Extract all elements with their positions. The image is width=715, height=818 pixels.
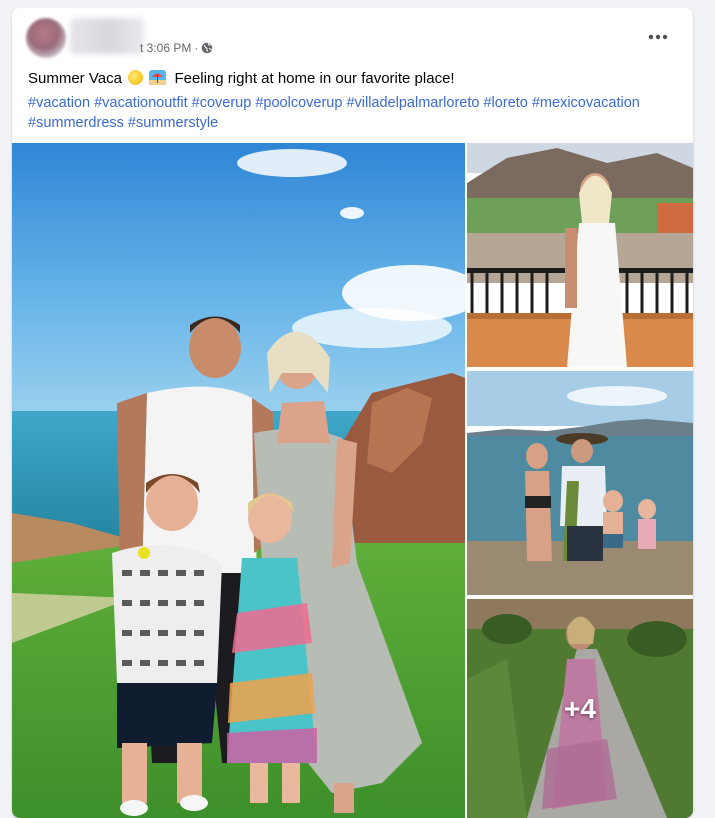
photo-beach-family[interactable] <box>467 371 693 595</box>
hashtag-link[interactable]: #vacation <box>28 95 90 111</box>
photo-grid: +4 <box>12 143 693 818</box>
globe-icon[interactable] <box>201 42 213 54</box>
more-photos-count[interactable]: +4 <box>467 599 693 818</box>
post-header: t 3:06 PM · <box>12 8 693 68</box>
post-message: Summer Vaca Feeling right at home in our… <box>28 69 683 88</box>
more-options-icon <box>648 34 668 40</box>
hashtag-link[interactable]: #loreto <box>483 95 527 111</box>
more-options-button[interactable] <box>642 25 674 49</box>
post-text-end: Feeling right at home in our favorite pl… <box>174 70 455 87</box>
hashtag-link[interactable]: #mexicovacation <box>532 95 640 111</box>
post-card: t 3:06 PM · Summer Vaca Feeling right at… <box>12 8 693 818</box>
beach-umbrella-emoji-icon <box>149 70 167 85</box>
hashtag-link[interactable]: #vacationoutfit <box>94 95 188 111</box>
hashtag-link[interactable]: #poolcoverup <box>255 95 342 111</box>
hashtag-link[interactable]: #villadelpalmarloreto <box>346 95 479 111</box>
sun-emoji-icon <box>128 70 144 85</box>
photo-main-family[interactable] <box>12 143 465 818</box>
post-text-start: Summer Vaca <box>28 70 122 87</box>
hashtag-list: #vacation #vacationoutfit #coverup #pool… <box>28 93 683 133</box>
meta-separator: · <box>194 41 199 55</box>
hashtag-link[interactable]: #summerdress <box>28 115 124 131</box>
post-timestamp[interactable]: t 3:06 PM <box>140 41 191 55</box>
photo-garden-path[interactable]: +4 <box>467 599 693 818</box>
author-name-redacted[interactable] <box>70 18 144 54</box>
photo-balcony[interactable] <box>467 143 693 367</box>
hashtag-link[interactable]: #summerstyle <box>128 115 218 131</box>
post-meta: t 3:06 PM · <box>140 41 213 55</box>
hashtag-link[interactable]: #coverup <box>192 95 252 111</box>
author-avatar[interactable] <box>26 18 66 58</box>
